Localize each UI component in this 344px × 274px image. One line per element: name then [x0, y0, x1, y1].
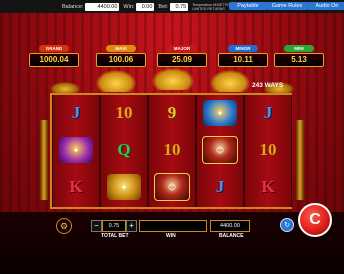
win-display	[139, 220, 207, 232]
symbol-j: J	[215, 177, 225, 196]
pillar-right	[296, 120, 304, 200]
jackpot-value: 100.06	[96, 53, 146, 67]
balance-display: 4400.00	[210, 220, 250, 232]
jackpot-tag: MAXI	[106, 45, 136, 52]
reel-symbol: J	[53, 99, 99, 127]
jackpot-grand: GRAND 1000.04	[29, 45, 79, 67]
symbol-9: 9	[167, 103, 177, 122]
jackpot-value: 5.13	[274, 53, 324, 67]
total-bet-label: TOTAL BET	[101, 233, 129, 239]
regulatory-note: Temperation till BETTED LIMITED RETURNS	[192, 2, 232, 11]
game-stage: Balance: 4400.00 Win: 0.00 Bet: 0.75 Tem…	[0, 0, 344, 274]
jackpot-maxi: MAXI 100.06	[96, 45, 146, 67]
win-label: WIN	[166, 233, 176, 239]
symbol-10: 10	[115, 103, 133, 122]
reel-1: J ✦ K	[52, 95, 100, 207]
reel-symbol: ☺	[149, 173, 195, 201]
symbol-10: 10	[163, 140, 181, 159]
spin-button[interactable]: C	[298, 203, 332, 237]
reel-symbol: ✦	[197, 99, 243, 127]
bet-minus-button[interactable]: −	[91, 220, 102, 232]
settings-gear-icon[interactable]: ⚙	[56, 218, 72, 234]
bet-label: Bet:	[158, 3, 169, 10]
reel-symbol: Q	[101, 136, 147, 164]
lion-statue-icon	[96, 70, 136, 92]
reel-symbol: 10	[149, 136, 195, 164]
reel-symbol: 10	[245, 136, 291, 164]
paytable-button[interactable]: Paytable	[229, 2, 267, 10]
jackpot-tag: MINI	[284, 45, 314, 52]
bet-value: 0.75	[170, 2, 189, 11]
symbol-10: 10	[259, 140, 277, 159]
fortune-god-icon: ☺	[202, 136, 238, 164]
reel-3: 9 10 ☺	[148, 95, 196, 207]
jackpot-value: 1000.04	[29, 53, 79, 67]
lion-statue-icon	[210, 70, 250, 92]
balance-value: 4400.00	[85, 2, 120, 11]
symbol-q: Q	[117, 140, 131, 159]
bet-plus-button[interactable]: +	[126, 220, 137, 232]
reel-symbol: ✦	[101, 173, 147, 201]
top-bar: Balance: 4400.00 Win: 0.00 Bet: 0.75 Tem…	[0, 0, 344, 13]
reel-2: 10 Q ✦	[100, 95, 148, 207]
reel-4: ✦ ☺ J	[196, 95, 244, 207]
audio-toggle-button[interactable]: Audio On	[307, 2, 344, 10]
total-bet-value: 0.75	[102, 220, 126, 232]
symbol-k: K	[261, 177, 275, 196]
symbol-j: J	[263, 103, 273, 122]
pillar-left	[40, 120, 48, 200]
game-rules-button[interactable]: Game Rules	[266, 2, 308, 10]
win-label: Win:	[123, 3, 135, 10]
reel-symbol: 9	[149, 99, 195, 127]
reel-symbol: ✦	[53, 136, 99, 164]
jackpot-tag: MINOR	[228, 45, 258, 52]
autoplay-icon[interactable]: ↻	[280, 218, 294, 232]
gold-ingot-icon: ✦	[107, 174, 141, 200]
ways-count: 243 WAYS	[252, 82, 284, 89]
dragon-coin-icon: ✦	[203, 100, 237, 126]
reel-symbol: K	[245, 173, 291, 201]
win-value: 0.00	[136, 2, 155, 11]
balance-label: BALANCE	[219, 233, 244, 239]
reel-grid: J ✦ K 10 Q ✦ 9 10 ☺ ✦ ☺ J J 10 K	[50, 93, 292, 209]
balance-label: Balance:	[62, 3, 84, 10]
jackpot-tag: MAJOR	[167, 45, 197, 52]
jackpot-major: MAJOR 25.09	[157, 45, 207, 67]
tiger-icon: ✦	[59, 137, 93, 163]
jackpot-minor: MINOR 10.11	[218, 45, 268, 67]
reel-symbol: J	[245, 99, 291, 127]
jackpot-mini: MINI 5.13	[274, 45, 324, 67]
reel-symbol: J	[197, 173, 243, 201]
jackpot-value: 10.11	[218, 53, 268, 67]
reel-symbol: ☺	[197, 136, 243, 164]
reel-symbol: 10	[101, 99, 147, 127]
symbol-k: K	[69, 177, 83, 196]
reel-5: J 10 K	[244, 95, 292, 207]
jackpot-tag: GRAND	[39, 45, 69, 52]
fortune-god-icon: ☺	[154, 173, 190, 201]
jackpot-value: 25.09	[157, 53, 207, 67]
reel-symbol: K	[53, 173, 99, 201]
gold-treasure-icon	[152, 68, 194, 90]
symbol-j: J	[71, 103, 81, 122]
